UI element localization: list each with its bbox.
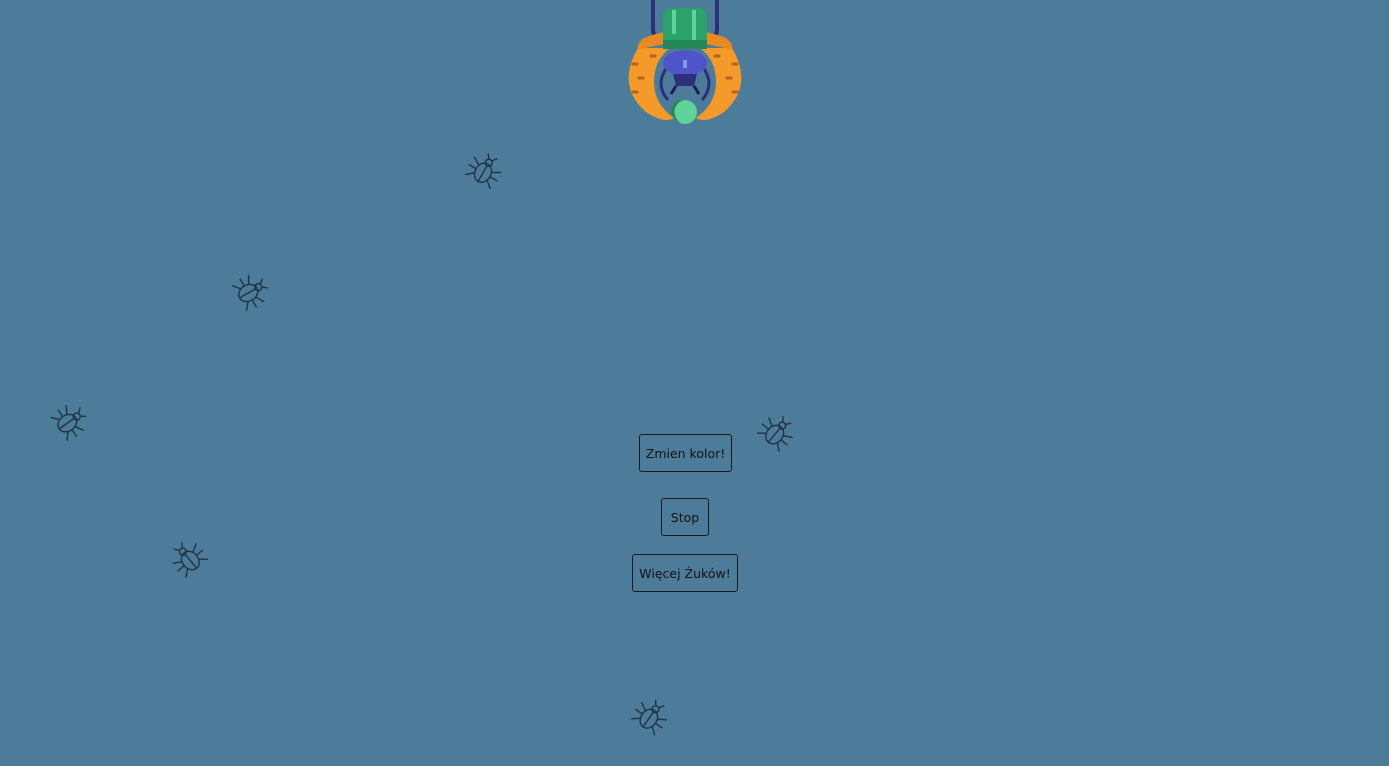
game-stage: Zmien kolor! Stop Więcej Żuków! [0,0,1389,766]
beetle-icon[interactable] [43,396,96,449]
beetle-icon[interactable] [624,691,677,744]
beetle-icon[interactable] [749,406,803,460]
beetle-icon[interactable] [162,532,216,586]
beetle-character-icon [624,0,746,126]
change-color-button[interactable]: Zmien kolor! [639,434,732,472]
stop-button[interactable]: Stop [661,498,709,536]
more-beetles-button[interactable]: Więcej Żuków! [632,554,738,592]
beetle-icon[interactable] [224,266,276,318]
beetle-icon[interactable] [458,145,510,197]
